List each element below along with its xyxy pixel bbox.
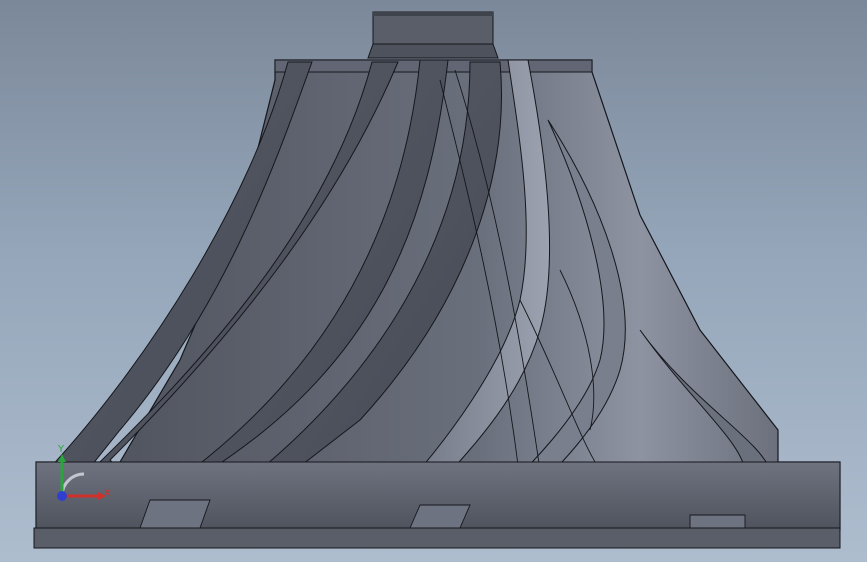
coordinate-triad: X Y bbox=[57, 444, 111, 501]
impeller-model[interactable] bbox=[0, 0, 867, 562]
graphics-viewport[interactable]: X Y bbox=[0, 0, 867, 562]
shaft-boss[interactable] bbox=[367, 11, 499, 59]
x-axis-label: X bbox=[104, 488, 111, 499]
y-axis-head bbox=[58, 454, 66, 462]
z-axis-dot bbox=[57, 491, 67, 501]
y-axis-label: Y bbox=[57, 444, 65, 455]
backplate[interactable] bbox=[33, 461, 841, 549]
